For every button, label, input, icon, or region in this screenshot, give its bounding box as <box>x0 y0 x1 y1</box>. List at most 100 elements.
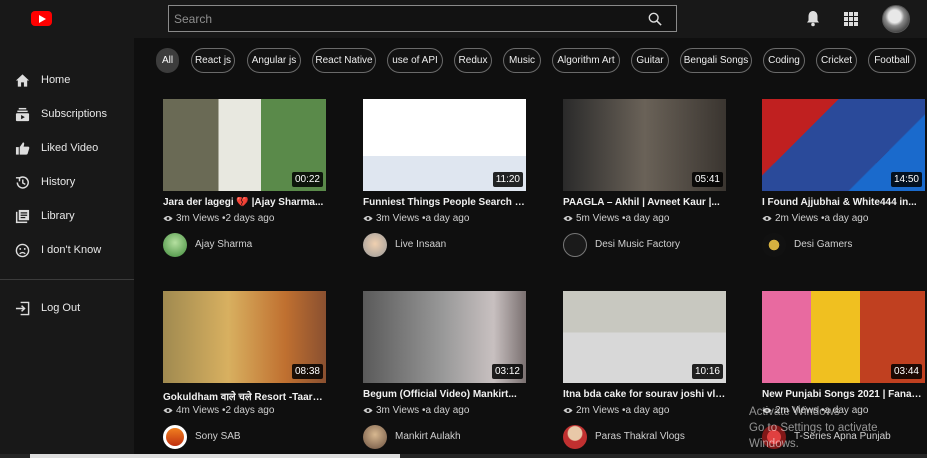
channel-avatar[interactable] <box>363 425 387 449</box>
video-meta: 4m Views • 2 days ago <box>163 405 274 416</box>
sidebar-item-label: Library <box>41 210 75 222</box>
video-views: 2m Views <box>576 405 620 416</box>
apps-grid-icon[interactable] <box>844 12 858 26</box>
video-duration: 14:50 <box>890 172 922 187</box>
video-card[interactable]: 10:16 Itna bda cake for sourav joshi vlo… <box>563 291 728 458</box>
chip-all[interactable]: All <box>156 48 179 73</box>
video-title[interactable]: Gokuldham वाले चले Resort -Taarak... <box>163 389 326 403</box>
sidebar-item-i-dont-know[interactable]: I don't Know <box>0 236 134 264</box>
search-bar <box>168 5 677 32</box>
channel-name[interactable]: Paras Thakral Vlogs <box>595 431 685 442</box>
channel-name[interactable]: Desi Gamers <box>794 239 852 250</box>
video-title[interactable]: Funniest Things People Search on... <box>363 197 526 208</box>
bell-icon[interactable] <box>805 10 821 27</box>
video-card[interactable]: 05:41 PAAGLA – Akhil | Avneet Kaur |... … <box>563 99 728 269</box>
video-age: 2 days ago <box>225 213 275 224</box>
eye-icon <box>563 216 573 221</box>
video-meta: 2m Views • a day ago <box>762 213 868 224</box>
sidebar-item-label: History <box>41 176 76 188</box>
sidebar-item-label: Subscriptions <box>41 108 108 120</box>
channel-avatar[interactable] <box>762 233 786 257</box>
chip-redux[interactable]: Redux <box>454 48 492 73</box>
channel-avatar[interactable] <box>363 233 387 257</box>
chip-react-native[interactable]: React Native <box>312 48 376 73</box>
chip-cricket[interactable]: Cricket <box>816 48 857 73</box>
search-icon[interactable] <box>648 12 662 26</box>
scrollbar-thumb[interactable] <box>30 454 400 458</box>
subscriptions-icon <box>15 107 30 121</box>
video-duration: 10:16 <box>691 364 723 379</box>
channel-name[interactable]: Ajay Sharma <box>195 239 252 250</box>
chip-music[interactable]: Music <box>503 48 541 73</box>
video-thumbnail[interactable]: 14:50 <box>762 99 925 191</box>
eye-icon <box>363 216 373 221</box>
sidebar-item-library[interactable]: Library <box>0 202 134 230</box>
scrollbar-horizontal[interactable] <box>0 454 927 458</box>
channel-avatar[interactable] <box>163 425 187 449</box>
sidebar-item-subscriptions[interactable]: Subscriptions <box>0 100 134 128</box>
channel-avatar[interactable] <box>563 425 587 449</box>
video-title[interactable]: New Punjabi Songs 2021 | Fanaa :... <box>762 389 925 400</box>
video-card[interactable]: 14:50 I Found Ajjubhai & White444 in... … <box>762 99 927 269</box>
video-views: 5m Views <box>576 213 620 224</box>
library-icon <box>15 209 30 223</box>
video-thumbnail[interactable]: 08:38 <box>163 291 326 383</box>
video-card[interactable]: 08:38 Gokuldham वाले चले Resort -Taarak.… <box>163 291 328 458</box>
channel-avatar[interactable] <box>163 233 187 257</box>
avatar[interactable] <box>882 5 910 33</box>
chip-use-of-api[interactable]: use of API <box>387 48 443 73</box>
chip-algorithm-art[interactable]: Algorithm Art <box>552 48 620 73</box>
eye-icon <box>762 216 772 221</box>
eye-icon <box>163 216 173 221</box>
activate-windows-watermark: Activate Windows Go to Settings to activ… <box>749 404 927 452</box>
video-title[interactable]: I Found Ajjubhai & White444 in... <box>762 197 925 208</box>
chip-angular-js[interactable]: Angular js <box>247 48 301 73</box>
video-meta: 2m Views • a day ago <box>563 405 669 416</box>
video-duration: 08:38 <box>291 364 323 379</box>
sidebar-item-label: Log Out <box>41 302 81 314</box>
eye-icon <box>363 408 373 413</box>
logout-icon <box>15 301 30 315</box>
channel-avatar[interactable] <box>563 233 587 257</box>
chip-football[interactable]: Football <box>868 48 916 73</box>
sidebar-item-label: I don't Know <box>41 244 102 256</box>
channel-name[interactable]: Live Insaan <box>395 239 446 250</box>
video-thumbnail[interactable]: 11:20 <box>363 99 526 191</box>
video-title[interactable]: Jara der lagegi 💔 |Ajay Sharma... <box>163 197 326 208</box>
sidebar-item-liked-video[interactable]: Liked Video <box>0 134 134 162</box>
channel-name[interactable]: Desi Music Factory <box>595 239 680 250</box>
video-title[interactable]: PAAGLA – Akhil | Avneet Kaur |... <box>563 197 726 208</box>
video-meta: 3m Views • 2 days ago <box>163 213 274 224</box>
channel-name[interactable]: Sony SAB <box>195 431 241 442</box>
video-card[interactable]: 00:22 Jara der lagegi 💔 |Ajay Sharma... … <box>163 99 328 269</box>
video-age: a day ago <box>625 213 670 224</box>
video-views: 3m Views <box>376 405 420 416</box>
chip-coding[interactable]: Coding <box>763 48 805 73</box>
chip-react-js[interactable]: React js <box>191 48 235 73</box>
history-icon <box>15 175 29 189</box>
thumbs-up-icon <box>15 141 30 155</box>
chip-guitar[interactable]: Guitar <box>631 48 669 73</box>
video-thumbnail[interactable]: 00:22 <box>163 99 326 191</box>
sidebar-item-log-out[interactable]: Log Out <box>0 294 134 322</box>
chip-bengali-songs[interactable]: Bengali Songs <box>680 48 752 73</box>
main-content: All React js Angular js React Native use… <box>134 38 927 458</box>
video-age: a day ago <box>824 213 869 224</box>
video-views: 3m Views <box>376 213 420 224</box>
video-thumbnail[interactable]: 03:44 <box>762 291 925 383</box>
sidebar-divider <box>0 279 134 280</box>
video-title[interactable]: Itna bda cake for sourav joshi vlog... <box>563 389 726 400</box>
video-thumbnail[interactable]: 03:12 <box>363 291 526 383</box>
search-input[interactable] <box>169 6 639 31</box>
channel-name[interactable]: Mankirt Aulakh <box>395 431 461 442</box>
video-card[interactable]: 11:20 Funniest Things People Search on..… <box>363 99 528 269</box>
eye-icon <box>563 408 573 413</box>
sidebar-item-home[interactable]: Home <box>0 66 134 94</box>
sidebar-item-history[interactable]: History <box>0 168 134 196</box>
video-thumbnail[interactable]: 05:41 <box>563 99 726 191</box>
youtube-logo-icon[interactable] <box>31 11 52 26</box>
video-meta: 3m Views • a day ago <box>363 213 469 224</box>
video-title[interactable]: Begum (Official Video) Mankirt... <box>363 389 526 400</box>
video-card[interactable]: 03:12 Begum (Official Video) Mankirt... … <box>363 291 528 458</box>
video-thumbnail[interactable]: 10:16 <box>563 291 726 383</box>
